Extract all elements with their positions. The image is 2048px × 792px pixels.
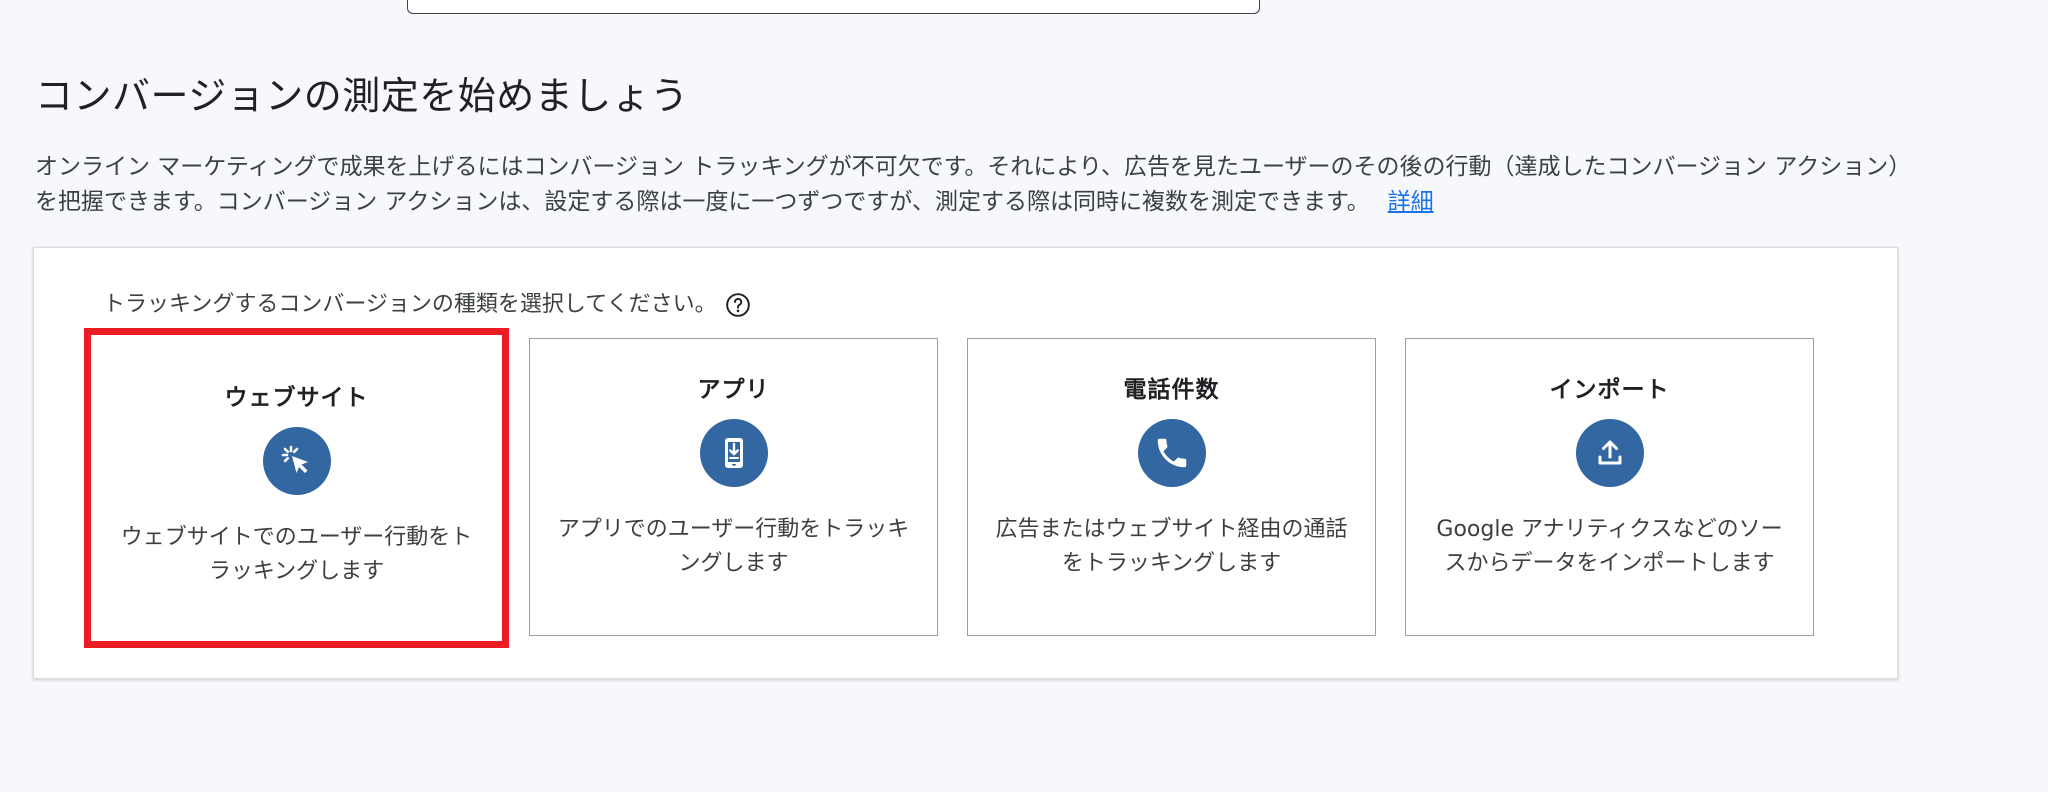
intro-body: オンライン マーケティングで成果を上げるにはコンバージョン トラッキングが不可欠…	[35, 154, 1912, 215]
card-import-title: インポート	[1549, 377, 1670, 403]
card-website-title: ウェブサイト	[224, 385, 369, 411]
card-website[interactable]: ウェブサイト ウェブサイトでのユーザー行動をトラッキングします	[84, 328, 509, 648]
conversion-type-panel: トラッキングするコンバージョンの種類を選択してください。 ウェブサイト ウェブサ…	[33, 247, 1898, 679]
page-title: コンバージョンの測定を始めましょう	[35, 74, 689, 118]
card-app[interactable]: アプリ アプリでのユーザー行動をトラッキングします	[529, 338, 938, 636]
phone-call-icon	[1137, 419, 1206, 487]
card-import[interactable]: インポート Google アナリティクスなどのソースからデータをインポートします	[1405, 338, 1814, 636]
upload-icon	[1575, 419, 1644, 487]
card-app-description: アプリでのユーザー行動をトラッキングします	[557, 517, 910, 576]
intro-text: オンライン マーケティングで成果を上げるにはコンバージョン トラッキングが不可欠…	[35, 150, 1915, 220]
phone-download-icon	[699, 419, 768, 487]
top-input-field[interactable]	[407, 0, 1260, 14]
panel-prompt: トラッキングするコンバージョンの種類を選択してください。	[103, 290, 751, 320]
panel-prompt-label: トラッキングするコンバージョンの種類を選択してください。	[103, 292, 717, 317]
card-website-description: ウェブサイトでのユーザー行動をトラッキングします	[120, 525, 473, 584]
card-phone-calls-title: 電話件数	[1123, 377, 1220, 403]
learn-more-link[interactable]: 詳細	[1388, 189, 1434, 215]
card-app-title: アプリ	[697, 377, 770, 403]
click-cursor-icon	[262, 427, 331, 495]
help-circle-icon[interactable]	[725, 292, 751, 318]
card-phone-calls[interactable]: 電話件数 広告またはウェブサイト経由の通話をトラッキングします	[967, 338, 1376, 636]
card-import-description: Google アナリティクスなどのソースからデータをインポートします	[1436, 517, 1783, 576]
card-phone-calls-description: 広告またはウェブサイト経由の通話をトラッキングします	[995, 517, 1348, 576]
